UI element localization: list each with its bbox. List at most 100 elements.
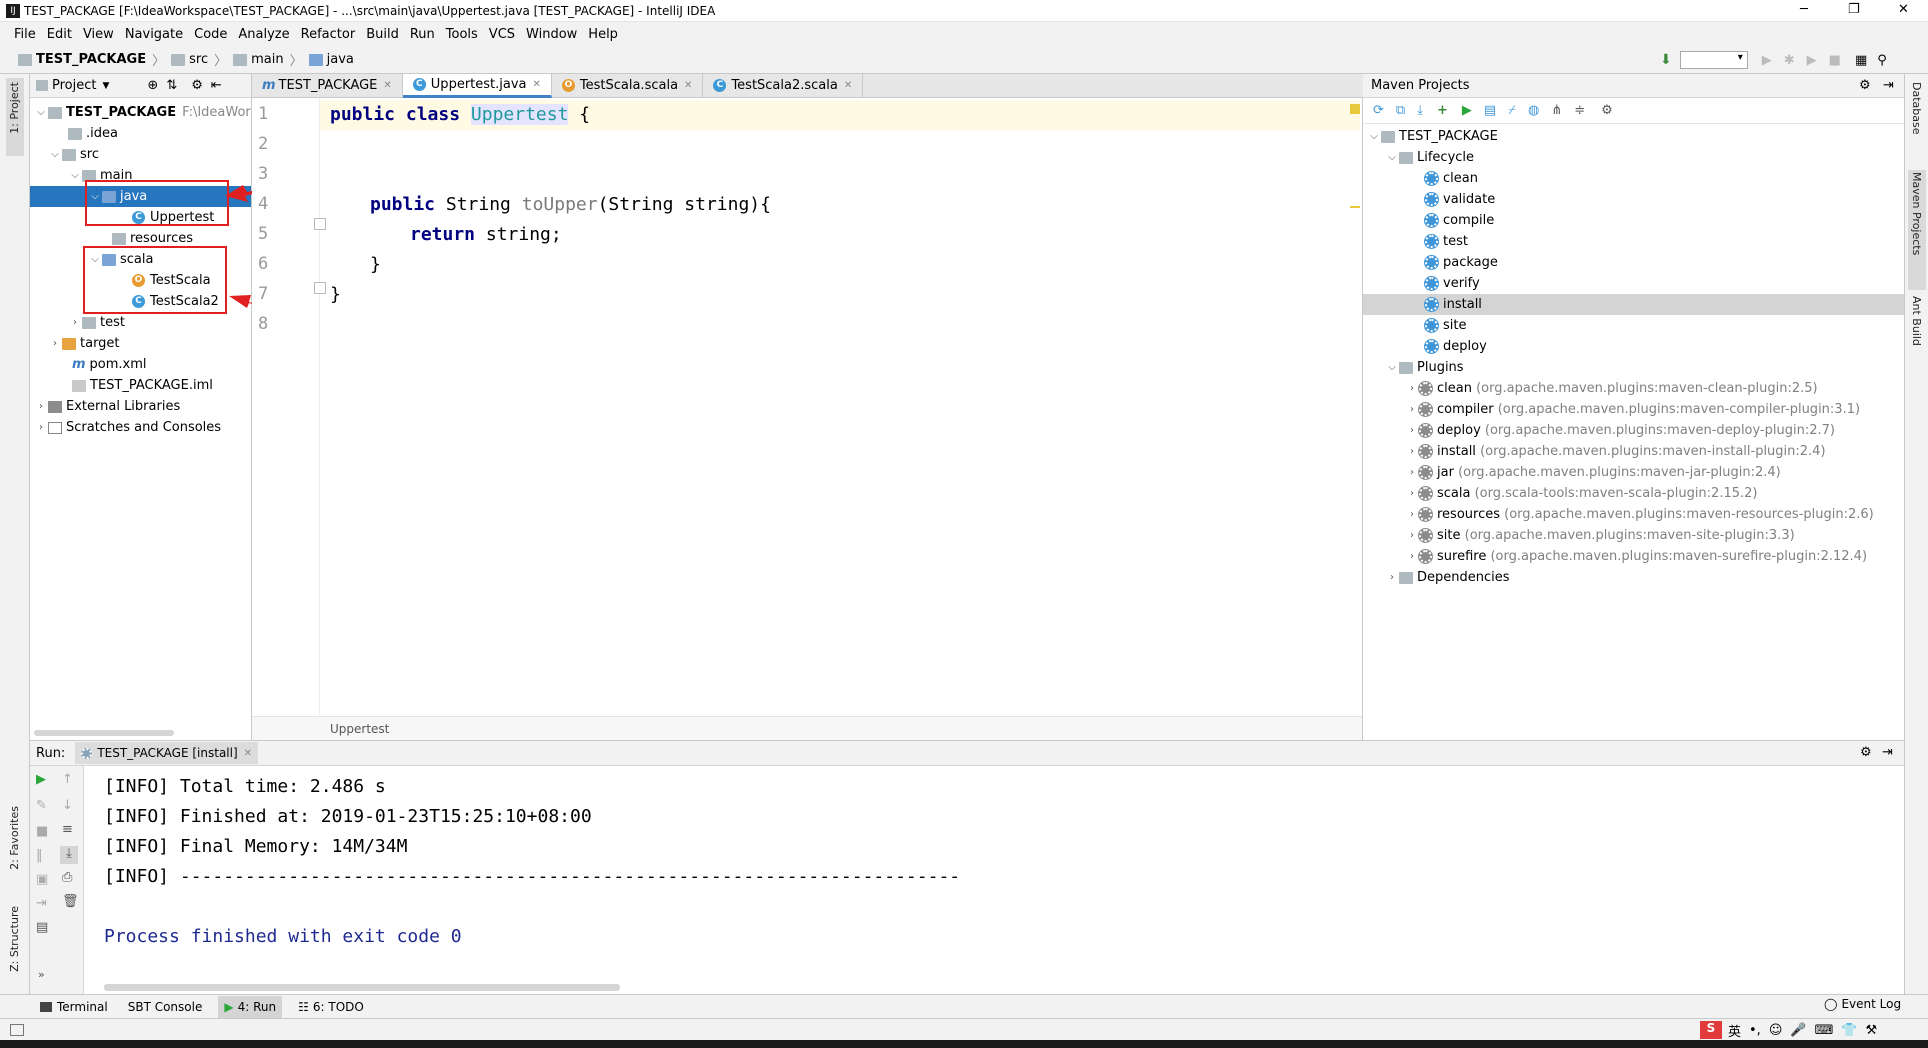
pause-icon[interactable]: ‖ <box>36 848 43 863</box>
close-icon[interactable]: ✕ <box>244 748 252 759</box>
chevron-down-icon[interactable]: ⌵ <box>48 149 62 160</box>
chevron-right-icon[interactable]: › <box>1405 530 1419 541</box>
hide-icon[interactable]: ⇥ <box>1883 78 1894 93</box>
lifecycle-goal-site[interactable]: site <box>1363 315 1904 336</box>
tree-item-root[interactable]: ⌵ TEST_PACKAGE F:\IdeaWorkspace <box>30 102 251 123</box>
chevron-right-icon[interactable]: › <box>34 401 48 412</box>
chevron-down-icon[interactable]: ⌵ <box>1385 362 1399 373</box>
show-dependencies-icon[interactable]: ⋔ <box>1551 103 1562 118</box>
skin-icon[interactable]: 👕 <box>1841 1023 1857 1038</box>
gear-icon[interactable]: ⚙ <box>191 78 203 93</box>
console-scrollbar[interactable] <box>104 984 620 991</box>
menu-file[interactable]: File <box>14 27 36 42</box>
collapse-all-icon[interactable]: ≑ <box>1574 103 1585 118</box>
tab-testscala[interactable]: O TestScala.scala ✕ <box>552 73 704 98</box>
breadcrumb-java[interactable]: java <box>327 52 354 67</box>
download-icon[interactable]: ⤓ <box>1417 103 1423 118</box>
ime-language[interactable]: 英 <box>1728 1021 1741 1040</box>
chevron-down-icon[interactable]: ⌵ <box>68 170 82 181</box>
plugin-resources[interactable]: › resources (org.apache.maven.plugins:mav… <box>1363 504 1904 525</box>
wrap-icon[interactable]: ≡ <box>62 822 73 837</box>
fold-icon[interactable] <box>314 218 326 230</box>
sbt-console-tool-button[interactable]: SBT Console <box>128 1000 203 1014</box>
run-icon[interactable]: ▶ <box>1762 53 1772 68</box>
rerun-icon[interactable]: ▶ <box>36 772 46 787</box>
menu-edit[interactable]: Edit <box>47 27 72 42</box>
editor-breadcrumb-class[interactable]: Uppertest <box>330 722 389 736</box>
exit-icon[interactable]: ⇥ <box>36 896 47 911</box>
chevron-down-icon[interactable]: ▼ <box>102 81 109 91</box>
menu-vcs[interactable]: VCS <box>489 27 515 42</box>
tab-testscala2[interactable]: C TestScala2.scala ✕ <box>703 73 864 98</box>
close-icon[interactable]: ✕ <box>383 80 391 91</box>
plugin-install[interactable]: › install (org.apache.maven.plugins:maven… <box>1363 441 1904 462</box>
plugin-compiler[interactable]: › compiler (org.apache.maven.plugins:mave… <box>1363 399 1904 420</box>
lifecycle-goal-test[interactable]: test <box>1363 231 1904 252</box>
run-tool-button[interactable]: ▶ 4: Run <box>218 995 283 1018</box>
tree-item-src[interactable]: ⌵ src <box>30 144 251 165</box>
dump-icon[interactable]: ▣ <box>36 872 48 887</box>
chevron-right-icon[interactable]: › <box>1405 551 1419 562</box>
menu-build[interactable]: Build <box>366 27 399 42</box>
maximize-button[interactable]: ❐ <box>1848 2 1860 17</box>
stop-icon[interactable]: ■ <box>1829 53 1841 68</box>
microphone-icon[interactable]: 🎤 <box>1790 1023 1806 1038</box>
pin-icon[interactable]: ✎ <box>36 798 47 813</box>
chevron-right-icon[interactable]: › <box>1405 383 1419 394</box>
chevron-right-icon[interactable]: › <box>68 317 82 328</box>
terminal-tool-button[interactable]: Terminal <box>40 1000 108 1014</box>
close-icon[interactable]: ✕ <box>684 80 692 91</box>
punctuation-icon[interactable]: •, <box>1749 1023 1761 1038</box>
menu-code[interactable]: Code <box>194 27 227 42</box>
search-everywhere-icon[interactable]: ⚲ <box>1877 53 1887 68</box>
close-button[interactable]: ✕ <box>1898 2 1909 17</box>
maven-dependencies[interactable]: › Dependencies <box>1363 567 1904 588</box>
event-log-button[interactable]: ◯ Event Log <box>1824 997 1901 1011</box>
maven-settings-icon[interactable]: ⚙ <box>1601 103 1613 118</box>
database-tool-button[interactable]: Database <box>1908 80 1926 166</box>
tree-item-pom[interactable]: m pom.xml <box>30 354 251 375</box>
menu-window[interactable]: Window <box>526 27 577 42</box>
maven-lifecycle[interactable]: ⌵ Lifecycle <box>1363 147 1904 168</box>
chevron-right-icon[interactable]: › <box>1405 509 1419 520</box>
close-icon[interactable]: ✕ <box>533 79 541 90</box>
sync-icon[interactable]: ⊕ <box>147 78 158 93</box>
run-maven-build-icon[interactable]: ▶ <box>1462 103 1472 118</box>
maven-root[interactable]: ⌵ TEST_PACKAGE <box>1363 126 1904 147</box>
plugin-scala[interactable]: › scala (org.scala-tools:maven-scala-plug… <box>1363 483 1904 504</box>
plugin-surefire[interactable]: › surefire (org.apache.maven.plugins:mave… <box>1363 546 1904 567</box>
lifecycle-goal-package[interactable]: package <box>1363 252 1904 273</box>
tree-item-scratches[interactable]: › Scratches and Consoles <box>30 417 251 438</box>
trash-icon[interactable]: 🗑 <box>62 894 79 909</box>
tools-icon[interactable]: ⚒ <box>1866 1023 1878 1038</box>
chevron-right-icon[interactable]: › <box>1405 488 1419 499</box>
project-structure-icon[interactable]: ▦ <box>1855 53 1867 68</box>
maven-plugins[interactable]: ⌵ Plugins <box>1363 357 1904 378</box>
minimize-button[interactable]: ─ <box>1800 2 1808 17</box>
toggle-offline-icon[interactable]: ⌿ <box>1508 103 1516 118</box>
plugin-jar[interactable]: › jar (org.apache.maven.plugins:maven-jar… <box>1363 462 1904 483</box>
project-tool-button[interactable]: 1: Project <box>6 78 24 156</box>
maven-tool-button[interactable]: Maven Projects <box>1908 170 1926 290</box>
reimport-icon[interactable]: ⟳ <box>1373 103 1384 118</box>
lifecycle-goal-deploy[interactable]: deploy <box>1363 336 1904 357</box>
stop-icon[interactable]: ■ <box>36 824 48 839</box>
lifecycle-goal-clean[interactable]: clean <box>1363 168 1904 189</box>
todo-tool-button[interactable]: ☷ 6: TODO <box>298 1000 364 1014</box>
more-icon[interactable]: » <box>38 968 45 981</box>
chevron-right-icon[interactable]: › <box>48 338 62 349</box>
plugin-deploy[interactable]: › deploy (org.apache.maven.plugins:maven-… <box>1363 420 1904 441</box>
generate-sources-icon[interactable]: ⧉ <box>1396 103 1405 118</box>
run-tab[interactable]: TEST_PACKAGE [install] ✕ <box>75 742 259 764</box>
layout-icon[interactable]: ▤ <box>36 920 48 935</box>
favorites-tool-button[interactable]: 2: Favorites <box>6 804 24 894</box>
print-icon[interactable]: ⎙ <box>62 870 72 885</box>
menu-help[interactable]: Help <box>588 27 618 42</box>
plugin-site[interactable]: › site (org.apache.maven.plugins:maven-si… <box>1363 525 1904 546</box>
tab-uppertest[interactable]: C Uppertest.java ✕ <box>402 73 552 98</box>
ime-logo-icon[interactable]: S <box>1700 1021 1722 1039</box>
horizontal-scrollbar[interactable] <box>34 730 174 736</box>
up-icon[interactable]: ↑ <box>62 772 73 787</box>
tab-test-package[interactable]: m TEST_PACKAGE ✕ <box>252 73 403 98</box>
status-toggle-icon[interactable] <box>10 1023 24 1036</box>
